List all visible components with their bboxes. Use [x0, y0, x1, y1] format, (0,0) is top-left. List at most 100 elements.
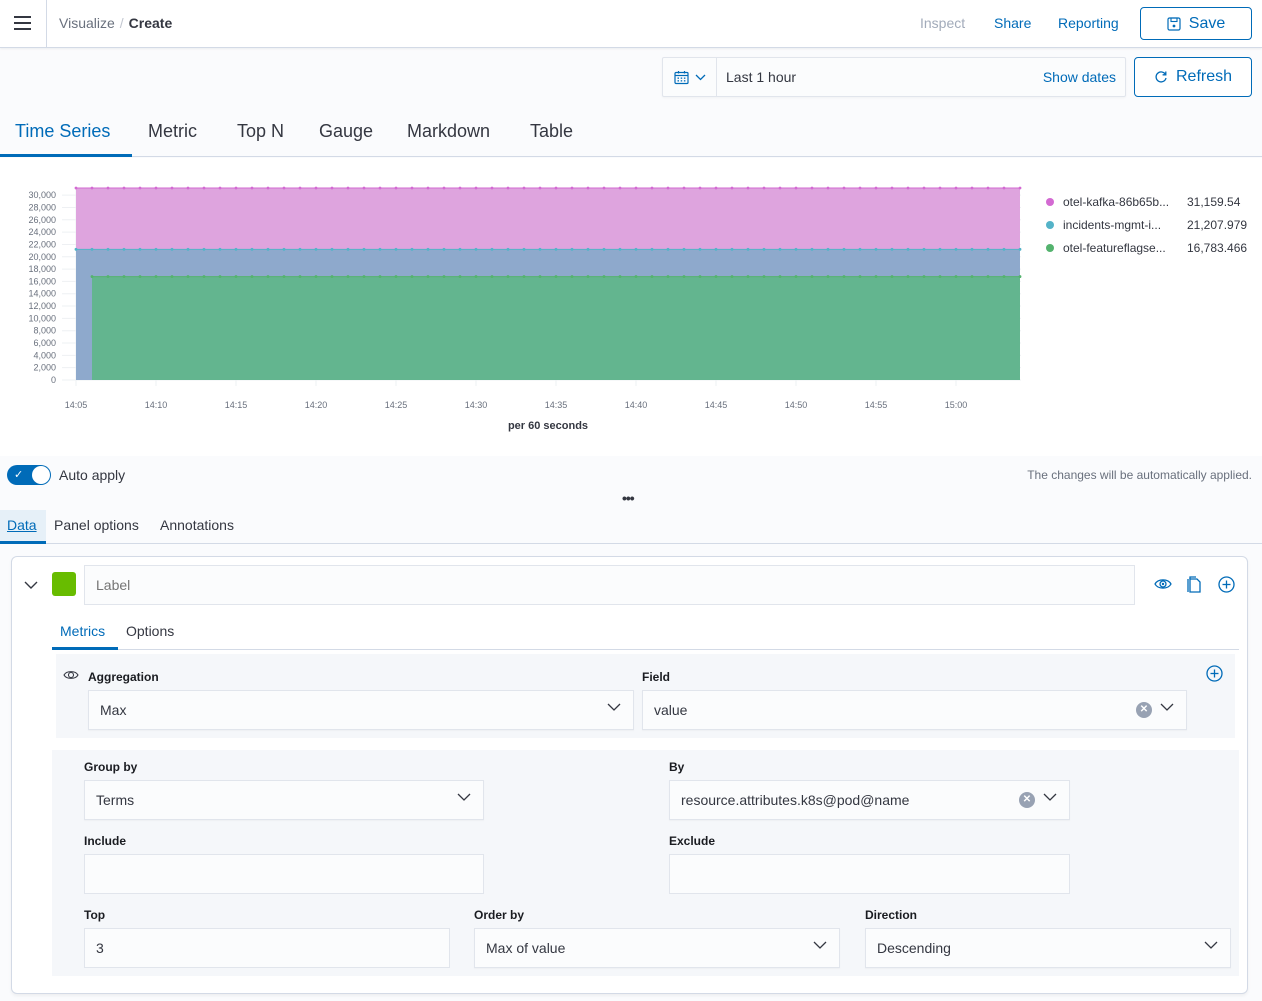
data-point — [906, 247, 910, 251]
refresh-icon — [1155, 71, 1167, 83]
data-point — [458, 275, 462, 278]
data-point — [842, 275, 846, 278]
add-metric-button[interactable] — [1206, 665, 1223, 687]
data-point — [570, 275, 574, 278]
data-point — [666, 186, 670, 190]
date-picker: Last 1 hour Show dates — [662, 57, 1126, 97]
data-point — [90, 247, 94, 251]
data-point — [266, 275, 270, 278]
tab-panel-options[interactable]: Panel options — [54, 517, 139, 533]
tab-metrics[interactable]: Metrics — [60, 623, 105, 639]
data-point — [858, 247, 862, 251]
data-point — [826, 247, 830, 251]
aggregation-label: Aggregation — [88, 670, 159, 684]
data-point — [474, 275, 478, 278]
active-tab-indicator — [0, 541, 46, 544]
order-by-select[interactable]: Max of value — [474, 928, 840, 968]
share-link[interactable]: Share — [994, 15, 1031, 31]
tab-data[interactable]: Data — [7, 517, 37, 533]
field-select[interactable]: value ✕ — [642, 690, 1187, 730]
legend-item[interactable]: otel-kafka-86b65b... 31,159.54 — [1046, 190, 1247, 213]
group-by-select[interactable]: Terms — [84, 780, 484, 820]
add-series-button[interactable] — [1218, 576, 1235, 598]
collapse-series-button[interactable] — [24, 577, 38, 595]
clear-icon[interactable]: ✕ — [1136, 702, 1152, 718]
tab-time-series[interactable]: Time Series — [15, 121, 110, 142]
clone-series-button[interactable] — [1187, 576, 1202, 598]
data-point — [922, 186, 926, 190]
plus-circle-icon — [1206, 665, 1223, 682]
data-point — [714, 247, 718, 251]
data-point — [954, 275, 958, 278]
direction-select[interactable]: Descending — [865, 928, 1231, 968]
tab-gauge[interactable]: Gauge — [319, 121, 373, 142]
y-tick-label: 24,000 — [28, 227, 56, 237]
data-point — [122, 275, 126, 278]
data-point — [570, 186, 574, 190]
include-input[interactable] — [84, 854, 484, 894]
chevron-down-icon — [813, 941, 827, 949]
legend-item[interactable]: incidents-mgmt-i... 21,207.979 — [1046, 213, 1247, 236]
data-point — [138, 247, 142, 251]
legend-item[interactable]: otel-featureflagse... 16,783.466 — [1046, 236, 1247, 259]
breadcrumb-visualize[interactable]: Visualize — [59, 15, 115, 31]
data-point — [522, 247, 526, 251]
data-point — [426, 186, 430, 190]
data-point — [506, 275, 510, 278]
menu-icon[interactable] — [14, 16, 32, 30]
exclude-input[interactable] — [669, 854, 1070, 894]
tab-metric[interactable]: Metric — [148, 121, 197, 142]
tab-markdown[interactable]: Markdown — [407, 121, 490, 142]
auto-apply-toggle[interactable]: ✓ — [7, 465, 51, 485]
data-point — [810, 247, 814, 251]
data-point — [682, 275, 686, 278]
data-point — [298, 275, 302, 278]
tab-table[interactable]: Table — [530, 121, 573, 142]
data-point — [442, 186, 446, 190]
data-point — [890, 275, 894, 278]
y-tick-label: 2,000 — [33, 363, 56, 373]
data-point — [186, 247, 190, 251]
data-point — [154, 186, 158, 190]
data-point — [298, 247, 302, 251]
y-tick-label: 28,000 — [28, 202, 56, 212]
tab-options[interactable]: Options — [126, 623, 174, 639]
data-point — [410, 186, 414, 190]
quick-select-button[interactable] — [663, 58, 717, 96]
tab-top-n[interactable]: Top N — [237, 121, 284, 142]
resize-handle[interactable]: ••• — [622, 491, 635, 505]
clear-icon[interactable]: ✕ — [1019, 792, 1035, 808]
data-point — [794, 186, 798, 190]
data-point — [874, 275, 878, 278]
metric-visibility-button[interactable] — [63, 668, 79, 686]
data-point — [554, 186, 558, 190]
reporting-link[interactable]: Reporting — [1058, 15, 1119, 31]
data-point — [874, 247, 878, 251]
tab-annotations[interactable]: Annotations — [160, 517, 234, 533]
time-series-chart[interactable]: 0 2,000 4,000 6,000 8,000 10,000 12,000 14,000 1… — [0, 158, 1040, 456]
chevron-down-icon — [1204, 941, 1218, 949]
aggregation-select[interactable]: Max — [88, 690, 634, 730]
data-point — [1002, 247, 1006, 251]
toggle-visibility-button[interactable] — [1154, 577, 1172, 596]
series-label-input[interactable] — [84, 565, 1135, 605]
chart-legend: otel-kafka-86b65b... 31,159.54 incidents-m… — [1046, 190, 1247, 259]
show-dates-link[interactable]: Show dates — [1043, 69, 1116, 85]
by-field-select[interactable]: resource.attributes.k8s@pod@name ✕ — [669, 780, 1070, 820]
data-point — [538, 275, 542, 278]
data-point — [234, 247, 238, 251]
data-point — [538, 186, 542, 190]
save-button[interactable]: Save — [1140, 7, 1252, 40]
refresh-button[interactable]: Refresh — [1134, 57, 1252, 97]
series-color-picker[interactable] — [52, 572, 76, 596]
data-point — [346, 275, 350, 278]
data-point — [970, 247, 974, 251]
eye-icon — [63, 671, 79, 679]
top-input[interactable] — [84, 928, 450, 968]
x-tick-label: 14:30 — [465, 400, 488, 410]
breadcrumb-create: Create — [128, 15, 173, 31]
inspect-link[interactable]: Inspect — [920, 15, 965, 31]
data-point — [234, 186, 238, 190]
date-range-text[interactable]: Last 1 hour — [726, 69, 796, 85]
visualization-type-tabs: Time Series Metric Top N Gauge Markdown … — [0, 108, 1262, 157]
